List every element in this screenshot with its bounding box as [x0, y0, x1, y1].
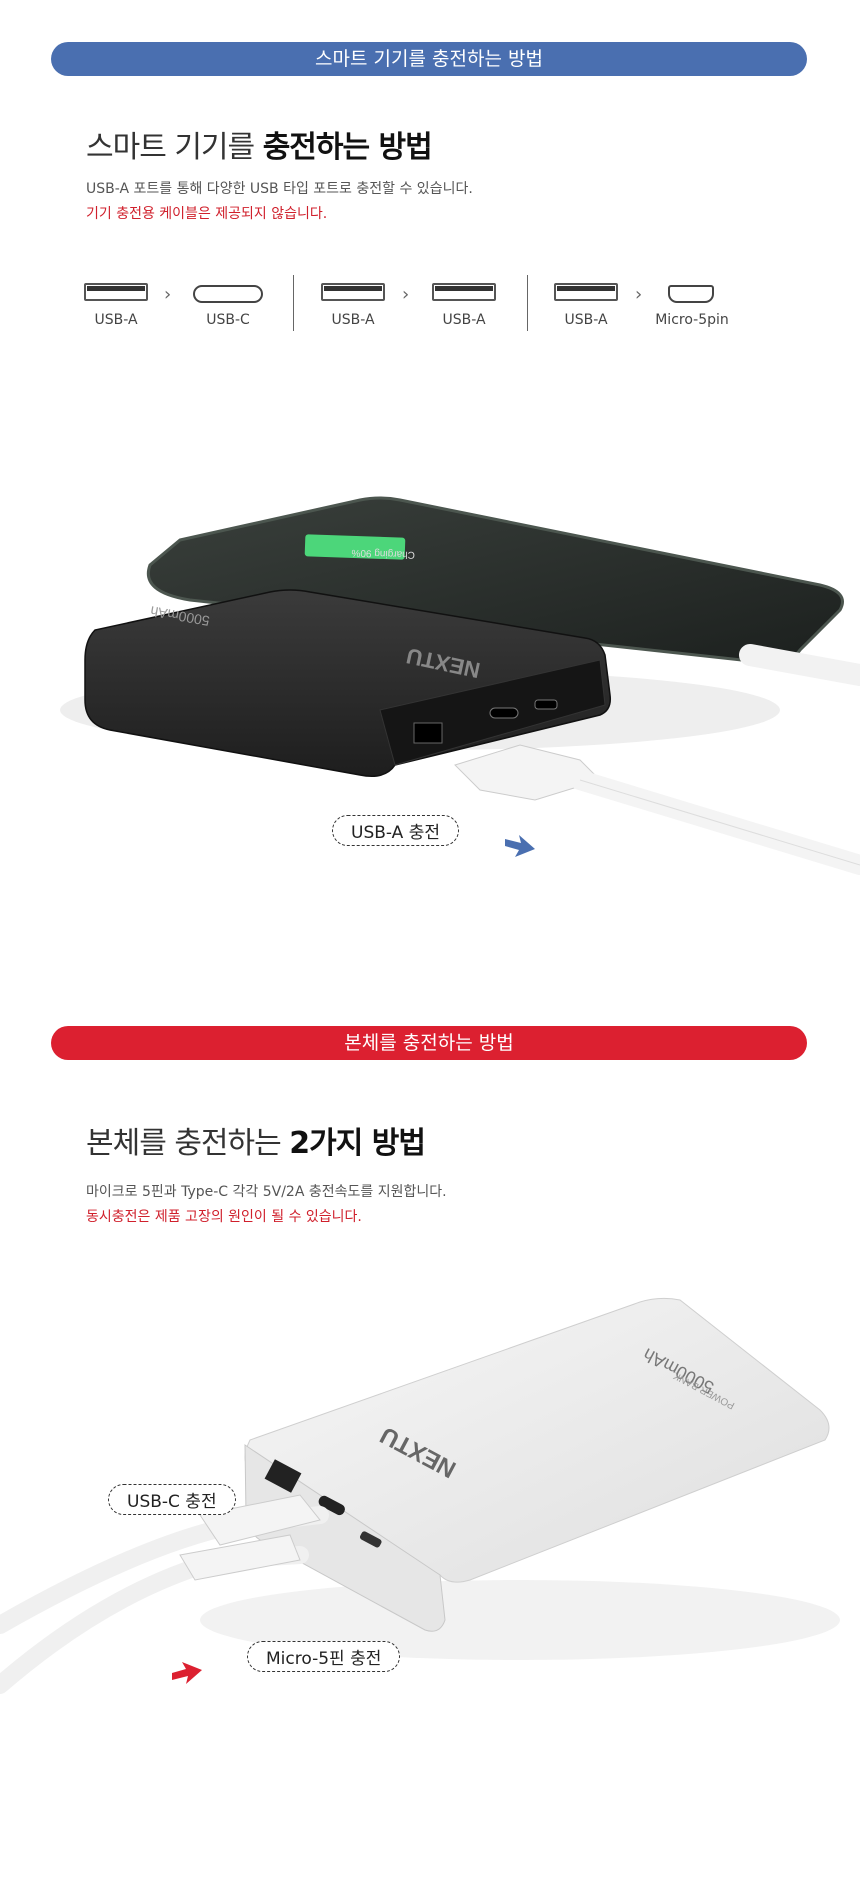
- usb-a-port-icon: [554, 283, 618, 301]
- callout-usb-c-charge: USB-C 충전: [108, 1484, 236, 1515]
- title-light: 본체를 충전하는: [86, 1126, 290, 1161]
- micro-usb-port-icon: [668, 285, 714, 303]
- usb-c-port-icon: [193, 285, 263, 303]
- phone-status-text: Charging 90%: [351, 547, 415, 560]
- divider: [293, 275, 294, 331]
- divider: [527, 275, 528, 331]
- usb-a-port-icon: [84, 283, 148, 301]
- usb-a-port-icon: [432, 283, 496, 301]
- chevron-right-icon: ›: [402, 284, 410, 305]
- port-label: USB-C: [206, 312, 250, 328]
- section-title: 본체를 충전하는 2가지 방법: [86, 1118, 426, 1162]
- arrow-pointer-icon: [505, 835, 535, 857]
- title-light: 스마트 기기를: [86, 130, 263, 165]
- section-warning: 동시충전은 제품 고장의 원인이 될 수 있습니다.: [86, 1209, 362, 1225]
- port-label: USB-A: [564, 312, 608, 328]
- chevron-right-icon: ›: [164, 284, 172, 305]
- section-banner-charge-body: 본체를 충전하는 방법: [51, 1026, 807, 1060]
- section-description: USB-A 포트를 통해 다양한 USB 타입 포트로 충전할 수 있습니다.: [86, 181, 473, 197]
- title-bold: 충전하는 방법: [262, 130, 433, 165]
- callout-micro-5pin-charge: Micro-5핀 충전: [247, 1641, 401, 1672]
- section-title: 스마트 기기를 충전하는 방법: [86, 122, 433, 166]
- callout-usb-a-charge: USB-A 충전: [332, 815, 459, 846]
- section-description: 마이크로 5핀과 Type-C 각각 5V/2A 충전속도를 지원합니다.: [86, 1184, 447, 1200]
- port-label: Micro-5pin: [655, 312, 729, 328]
- port-label: USB-A: [331, 312, 375, 328]
- chevron-right-icon: ›: [635, 284, 643, 305]
- usb-a-port-icon: [321, 283, 385, 301]
- port-label: USB-A: [442, 312, 486, 328]
- port-label: USB-A: [94, 312, 138, 328]
- section-warning: 기기 충전용 케이블은 제공되지 않습니다.: [86, 206, 328, 222]
- arrow-pointer-icon: [172, 1662, 202, 1684]
- section-banner-charge-devices: 스마트 기기를 충전하는 방법: [51, 42, 807, 76]
- title-bold: 2가지 방법: [289, 1126, 426, 1161]
